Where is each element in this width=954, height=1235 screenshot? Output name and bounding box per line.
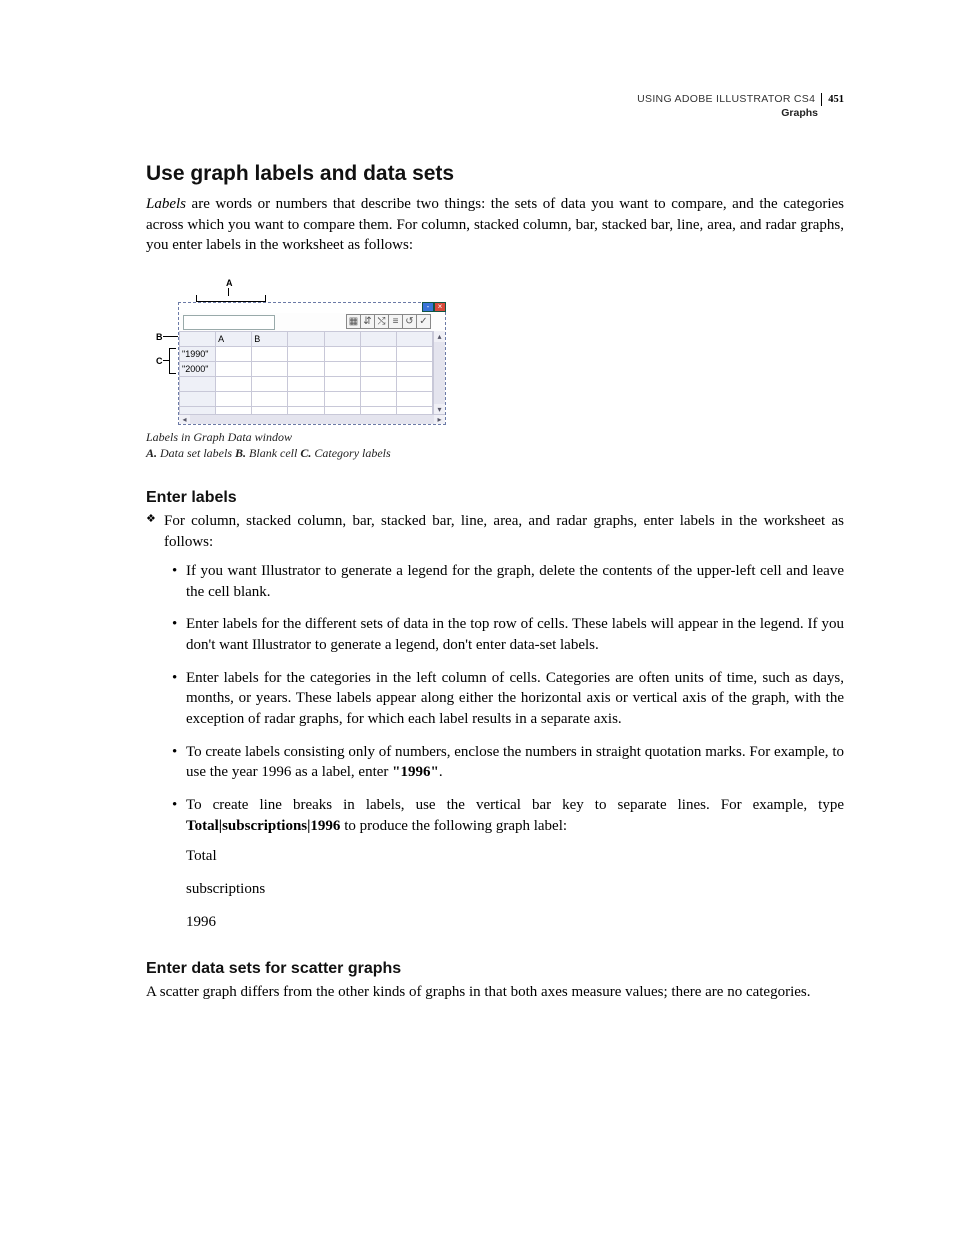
transpose-icon[interactable]: ⇵	[360, 314, 375, 329]
input-row: ▦ ⇵ ⤭ ≡ ↺ ✓	[179, 313, 445, 332]
close-icon[interactable]: ×	[434, 302, 446, 312]
bullet5-part3: to produce the following graph label:	[340, 818, 567, 834]
caption-text-b: Blank cell	[246, 446, 300, 460]
list-item: If you want Illustrator to generate a le…	[186, 561, 844, 602]
switch-xy-icon[interactable]: ⤭	[374, 314, 389, 329]
minimize-icon[interactable]: ‑	[422, 302, 434, 312]
book-title: USING ADOBE ILLUSTRATOR CS4	[637, 93, 822, 106]
scroll-right-icon[interactable]: ▸	[434, 415, 445, 424]
window-controls: ‑ ×	[422, 302, 446, 312]
caption-key-b: B.	[235, 446, 246, 460]
callout-line-b	[163, 336, 178, 337]
enter-labels-sublist: If you want Illustrator to generate a le…	[164, 561, 844, 933]
callout-label-c: C	[156, 356, 163, 366]
subheading-enter-labels: Enter labels	[146, 489, 844, 507]
bullet4-bold: "1996"	[392, 764, 439, 780]
scroll-up-icon[interactable]: ▴	[434, 331, 445, 342]
figure-diagram: A B C ‑ × ▦ ⇵ ⤭ ≡	[146, 278, 446, 423]
col-b-header: B	[252, 332, 288, 347]
import-data-icon[interactable]: ▦	[346, 314, 361, 329]
stack-line: subscriptions	[186, 879, 844, 900]
caption-key-a: A.	[146, 446, 157, 460]
revert-icon[interactable]: ↺	[402, 314, 417, 329]
stack-line: 1996	[186, 912, 844, 933]
enter-labels-lead-text: For column, stacked column, bar, stacked…	[164, 513, 844, 550]
bullet4-part3: .	[439, 764, 443, 780]
intro-rest: are words or numbers that describe two t…	[146, 196, 844, 253]
chapter-title: Graphs	[637, 107, 844, 120]
caption-text-a: Data set labels	[157, 446, 235, 460]
subheading-scatter: Enter data sets for scatter graphs	[146, 960, 844, 978]
running-header: USING ADOBE ILLUSTRATOR CS4451 Graphs	[637, 88, 844, 120]
vertical-scrollbar[interactable]: ▴ ▾	[433, 331, 445, 415]
list-item: Enter labels for the categories in the l…	[186, 668, 844, 730]
page-number: 451	[822, 94, 844, 105]
caption-line1: Labels in Graph Data window	[146, 430, 292, 444]
data-window-panel: ‑ × ▦ ⇵ ⤭ ≡ ↺ ✓ AB	[178, 302, 446, 425]
enter-labels-list: For column, stacked column, bar, stacked…	[146, 511, 844, 932]
intro-lead-word: Labels	[146, 196, 186, 212]
intro-paragraph: Labels are words or numbers that describ…	[146, 194, 844, 256]
spreadsheet-grid[interactable]: AB "1990" "2000"	[179, 331, 433, 415]
caption-key-c: C.	[300, 446, 311, 460]
list-item: To create line breaks in labels, use the…	[186, 795, 844, 932]
page: USING ADOBE ILLUSTRATOR CS4451 Graphs Us…	[0, 0, 954, 1235]
apply-icon[interactable]: ✓	[416, 314, 431, 329]
toolbar-icons: ▦ ⇵ ⤭ ≡ ↺ ✓	[347, 314, 431, 329]
list-item: Enter labels for the different sets of d…	[186, 614, 844, 655]
scatter-paragraph: A scatter graph differs from the other k…	[146, 982, 844, 1003]
callout-brace-a	[196, 295, 266, 302]
callout-label-a: A	[226, 278, 233, 288]
list-item: To create labels consisting only of numb…	[186, 742, 844, 783]
scroll-left-icon[interactable]: ◂	[179, 415, 190, 424]
figure-graph-data-window: A B C ‑ × ▦ ⇵ ⤭ ≡	[146, 278, 844, 461]
stack-line: Total	[186, 846, 844, 867]
bullet5-bold: Total|subscriptions|1996	[186, 818, 340, 834]
caption-text-c: Category labels	[311, 446, 390, 460]
col-a-header: A	[216, 332, 252, 347]
cell-style-icon[interactable]: ≡	[388, 314, 403, 329]
section-heading: Use graph labels and data sets	[146, 162, 844, 186]
enter-labels-lead: For column, stacked column, bar, stacked…	[164, 511, 844, 932]
figure-caption: Labels in Graph Data window A. Data set …	[146, 429, 844, 461]
bullet4-part1: To create labels consisting only of numb…	[186, 744, 844, 781]
cell-input[interactable]	[183, 315, 275, 330]
row-2-label: "2000"	[180, 362, 216, 377]
label-output-example: Total subscriptions 1996	[186, 846, 844, 932]
callout-label-b: B	[156, 332, 163, 342]
horizontal-scrollbar[interactable]: ◂ ▸	[179, 414, 445, 424]
callout-brace-c	[169, 348, 176, 374]
row-1-label: "1990"	[180, 347, 216, 362]
bullet5-part1: To create line breaks in labels, use the…	[186, 797, 844, 813]
